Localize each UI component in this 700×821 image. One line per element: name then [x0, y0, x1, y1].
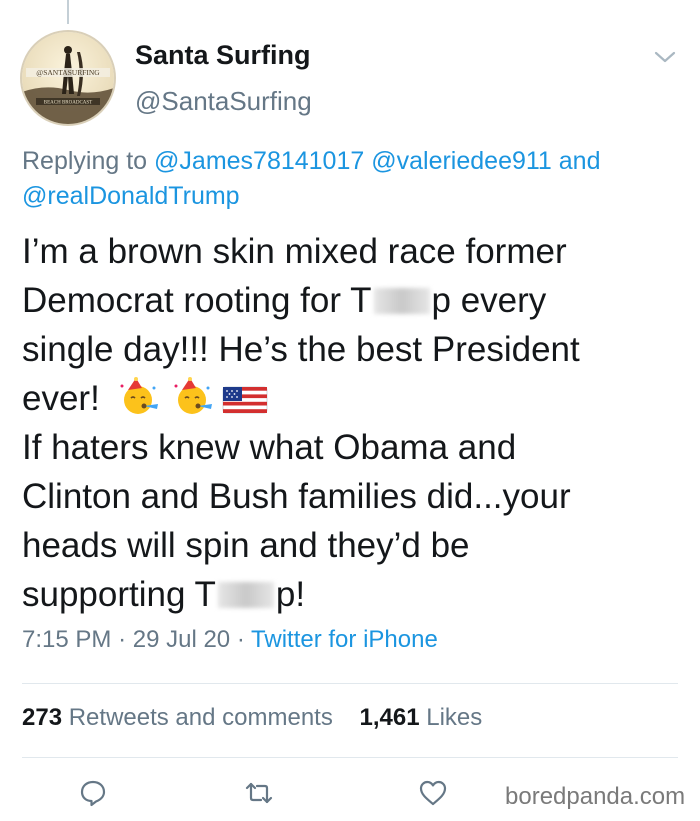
tweet-line: Democrat rooting for T p every: [22, 276, 682, 325]
meta-separator: ·: [118, 626, 127, 653]
tweet-text: I’m a brown skin mixed race former Democ…: [22, 227, 682, 619]
divider: [22, 757, 678, 758]
mention-link[interactable]: @valeriedee911: [371, 147, 552, 175]
tweet-line: heads will spin and they’d be: [22, 526, 470, 565]
chevron-down-icon[interactable]: [652, 47, 678, 67]
conjunction-text: and: [558, 147, 601, 175]
retweets-label[interactable]: Retweets and comments: [69, 704, 333, 731]
mention-link[interactable]: @realDonaldTrump: [22, 182, 240, 210]
tweet-line: Clinton and Bush families did...your: [22, 477, 571, 516]
tweet-line: single day!!! He’s the best President: [22, 330, 580, 369]
like-icon[interactable]: [418, 778, 448, 808]
author-display-name[interactable]: Santa Surfing: [135, 40, 311, 71]
tweet-line-segment: supporting T: [22, 575, 216, 614]
tweet-line-segment: ever!: [22, 379, 100, 418]
tweet-line: supporting T p!: [22, 570, 682, 619]
avatar-image: @SANTASURFING BEACH BROADCAST: [22, 32, 114, 124]
replying-to: Replying to @James78141017 @valeriedee91…: [22, 144, 682, 214]
tweet-stats: 273 Retweets and comments 1,461 Likes: [22, 704, 482, 732]
likes-count[interactable]: 1,461: [360, 704, 420, 731]
partying-face-emoji: [120, 377, 158, 414]
tweet-date[interactable]: 29 Jul 20: [133, 626, 230, 653]
tweet-line-segment: p every: [431, 281, 547, 320]
tweet-line-segment: p!: [275, 575, 306, 614]
retweets-count[interactable]: 273: [22, 704, 62, 731]
author-handle[interactable]: @SantaSurfing: [135, 86, 312, 117]
censor-blur: [217, 582, 274, 608]
avatar[interactable]: @SANTASURFING BEACH BROADCAST: [20, 30, 116, 126]
censor-blur: [373, 288, 430, 314]
tweet-line: If haters knew what Obama and: [22, 428, 517, 467]
avatar-text-bottom: BEACH BROADCAST: [44, 101, 92, 106]
replying-to-label: Replying to: [22, 147, 148, 175]
tweet-meta: 7:15 PM · 29 Jul 20 · Twitter for iPhone: [22, 626, 438, 654]
tweet-source-link[interactable]: Twitter for iPhone: [251, 626, 438, 653]
avatar-text-top: @SANTASURFING: [36, 68, 100, 77]
thread-connector-line: [67, 0, 69, 24]
retweet-icon[interactable]: [244, 778, 274, 808]
tweet-line-segment: Democrat rooting for T: [22, 281, 372, 320]
tweet-time[interactable]: 7:15 PM: [22, 626, 111, 653]
partying-face-emoji: [174, 377, 212, 414]
tweet-line: ever!: [22, 374, 682, 423]
mention-link[interactable]: @James78141017: [154, 147, 364, 175]
reply-icon[interactable]: [78, 778, 108, 808]
likes-label[interactable]: Likes: [426, 704, 482, 731]
divider: [22, 683, 678, 684]
watermark: boredpanda.com: [505, 783, 686, 810]
meta-separator: ·: [236, 626, 245, 653]
us-flag-emoji: [222, 386, 268, 414]
tweet-line: I’m a brown skin mixed race former: [22, 232, 567, 271]
